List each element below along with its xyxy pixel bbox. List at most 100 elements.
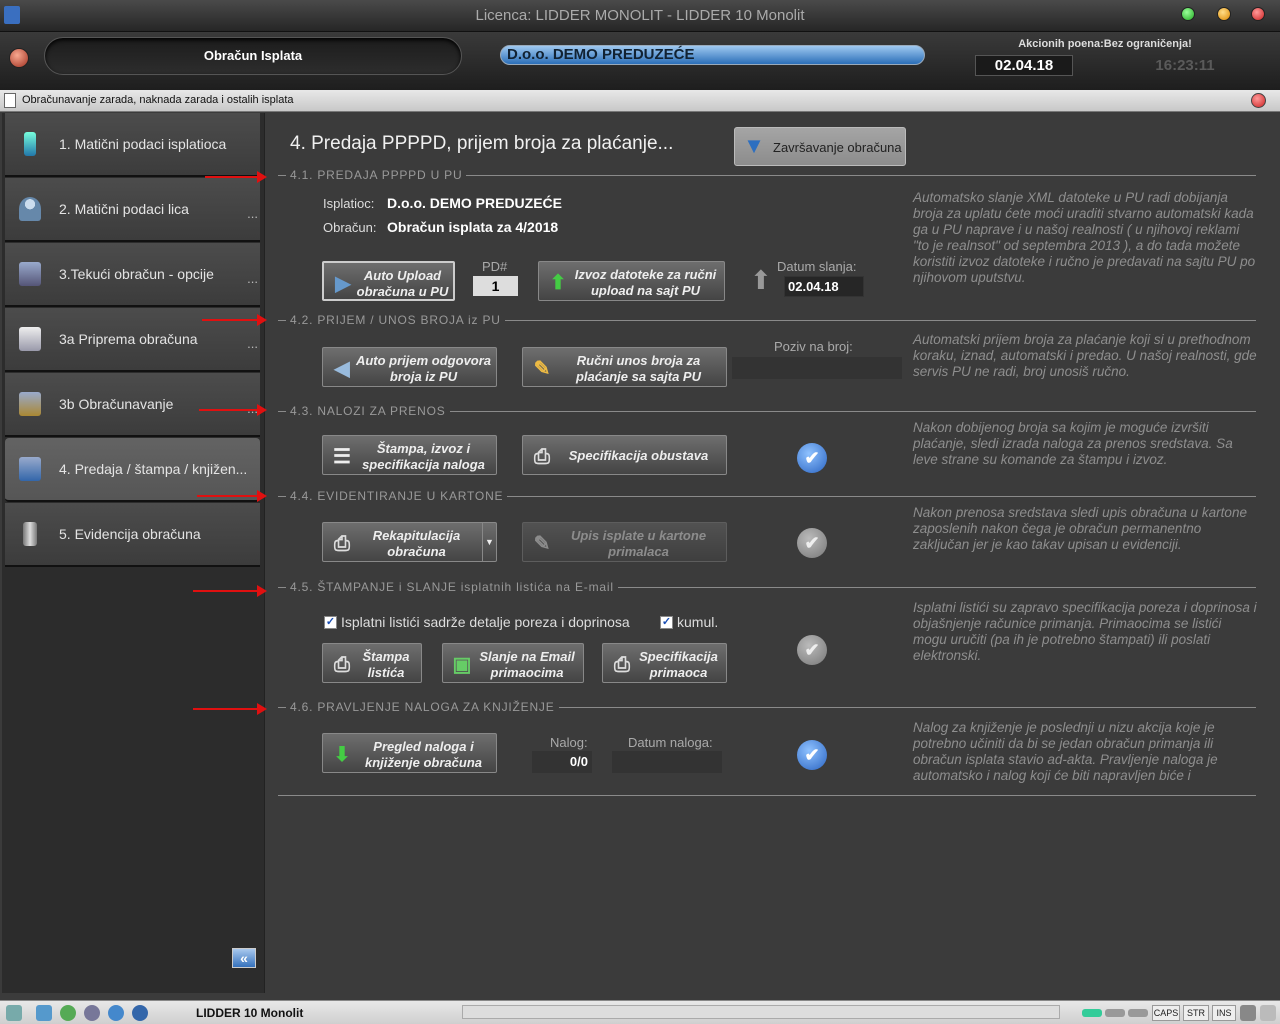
export-file-button[interactable]: ⬆ Izvoz datoteke za ručni upload na sajt…	[538, 261, 725, 301]
print-slips-button[interactable]: ⎙ Štampa listića	[322, 643, 422, 683]
section-4-6: 4.6. PRAVLJENJE NALOGA ZA KNJIŽENJE	[278, 700, 1256, 714]
manual-entry-button[interactable]: ✎ Ručni unos broja za plaćanje sa sajta …	[522, 347, 727, 387]
manual-entry-label: Ručni unos broja za plaćanje sa sajta PU	[575, 353, 701, 384]
sidebar-item-3a[interactable]: 3a Priprema obračuna ...	[5, 308, 260, 372]
progress-indicator	[462, 1005, 1060, 1019]
section-4-5-header: 4.5. ŠTAMPANJE i SLANJE isplatnih listić…	[286, 580, 618, 594]
deductions-spec-label: Specifikacija obustava	[568, 448, 709, 463]
window-icon[interactable]	[36, 1005, 52, 1021]
section-4-3-description: Nakon dobijenog broja sa kojim je moguće…	[913, 420, 1233, 467]
completed-check-icon: ✔	[797, 443, 827, 473]
calc-value: Obračun isplata za 4/2018	[387, 219, 559, 235]
sidebar-item-more: ...	[247, 206, 258, 221]
recap-label: Rekapitulacija obračuna	[372, 528, 461, 559]
pencil-icon: ✎	[533, 358, 551, 380]
recipient-spec-button[interactable]: ⎙ Specifikacija primaoca	[602, 643, 727, 683]
database-gear-icon	[19, 392, 41, 416]
double-chevron-down-icon: ▼	[743, 133, 765, 158]
export-file-label: Izvoz datoteke za ručni upload na sajt P…	[574, 267, 717, 298]
print-orders-button[interactable]: ☰ Štampa, izvoz i specifikacija naloga	[322, 435, 497, 475]
work-date[interactable]: 02.04.18	[975, 55, 1073, 76]
bottle-icon	[24, 132, 36, 156]
sidebar-item-label: 3.Tekući obračun - opcije	[59, 266, 214, 282]
completed-check-icon: ✔	[797, 740, 827, 770]
auto-receive-button[interactable]: ◀ Auto prijem odgovora broja iz PU	[322, 347, 497, 387]
upload-status-icon: ⬆	[750, 265, 772, 295]
points-label: Akcionih poena:Bez ograničenja!	[1018, 38, 1192, 50]
recap-button[interactable]: ⎙ Rekapitulacija obračuna ▼	[322, 522, 497, 562]
cumulative-checkbox[interactable]: ✓	[660, 616, 673, 629]
deductions-spec-button[interactable]: ⎙ Specifikacija obustava	[522, 435, 727, 475]
order-value: 0/0	[532, 751, 592, 773]
bar-icon	[1105, 1009, 1125, 1017]
subwindow-bar: Obračunavanje zarada, naknada zarada i o…	[0, 90, 1280, 112]
order-date-label: Datum naloga:	[628, 735, 713, 750]
sidebar-item-label: 5. Evidencija obračuna	[59, 526, 201, 542]
bottom-divider	[278, 795, 1256, 796]
globe-icon[interactable]	[60, 1005, 76, 1021]
clock: 16:23:11	[1155, 57, 1215, 74]
finish-calculation-button[interactable]: ▼ Završavanje obračuna	[734, 127, 906, 166]
sidebar-item-label: 3b Obračunavanje	[59, 396, 174, 412]
section-4-1-description: Automatsko slanje XML datoteke u PU radi…	[913, 190, 1256, 285]
sidebar-item-4[interactable]: 4. Predaja / štampa / knjižen...	[5, 438, 260, 502]
card-entry-label: Upis isplate u kartone primalaca	[570, 528, 707, 559]
green-bar-icon	[1082, 1009, 1102, 1017]
sidebar-item-1[interactable]: 1. Matični podaci isplatioca	[5, 113, 260, 177]
sidebar-item-5[interactable]: 5. Evidencija obračuna	[5, 503, 260, 567]
document-list-icon: ☰	[333, 446, 351, 468]
payer-value: D.o.o. DEMO PREDUZEĆE	[387, 195, 563, 211]
send-date-field[interactable]: 02.04.18	[784, 276, 864, 297]
tax-details-checkbox[interactable]: ✓	[324, 616, 337, 629]
send-date-label: Datum slanja:	[777, 259, 857, 274]
sidebar-item-3b[interactable]: 3b Obračunavanje ...	[5, 373, 260, 437]
close-button[interactable]	[1251, 7, 1265, 21]
network-icon[interactable]	[6, 1005, 22, 1021]
red-arrow-4-6	[193, 703, 267, 715]
minimize-button[interactable]	[1181, 7, 1195, 21]
section-4-1-header: 4.1. PREDAJA PPPPD U PU	[286, 168, 467, 182]
page-title: 4. Predaja PPPPD, prijem broja za plaćan…	[290, 133, 674, 154]
auto-receive-label: Auto prijem odgovora broja iz PU	[355, 353, 492, 384]
order-date-field[interactable]	[612, 751, 722, 773]
section-4-5: 4.5. ŠTAMPANJE i SLANJE isplatnih listić…	[278, 580, 1256, 594]
section-4-2-description: Automatski prijem broja za plaćanje koji…	[913, 332, 1257, 379]
section-4-1: 4.1. PREDAJA PPPPD U PU	[278, 168, 1256, 182]
reference-field[interactable]	[732, 357, 902, 379]
sidebar-item-3[interactable]: 3.Tekući obračun - opcije ...	[5, 243, 260, 307]
auto-upload-button[interactable]: ▶ Auto Upload obračuna u PU	[322, 261, 455, 301]
sidebar-item-label: 4. Predaja / štampa / knjižen...	[59, 461, 248, 477]
user-icon[interactable]	[84, 1005, 100, 1021]
red-arrow-4-2	[202, 314, 267, 326]
section-4-6-header: 4.6. PRAVLJENJE NALOGA ZA KNJIŽENJE	[286, 700, 559, 714]
module-selector[interactable]: Obračun Isplata	[44, 37, 462, 75]
email-send-button[interactable]: ▣ Slanje na Email primaocima	[442, 643, 584, 683]
power-icon[interactable]	[9, 48, 29, 68]
book-icon: ✎	[533, 533, 551, 555]
email-send-label: Slanje na Email primaocima	[479, 649, 575, 680]
pending-check-icon: ✔	[797, 528, 827, 558]
sidebar-item-2[interactable]: 2. Matični podaci lica ...	[5, 178, 260, 242]
status-app-name: LIDDER 10 Monolit	[196, 1006, 304, 1020]
order-label: Nalog:	[550, 735, 588, 750]
sidebar-item-more: ...	[247, 271, 258, 286]
red-arrow-4-5	[193, 585, 267, 597]
pd-field[interactable]: 1	[473, 276, 518, 296]
review-orders-button[interactable]: ⬇ Pregled naloga i knjiženje obračuna	[322, 733, 497, 773]
section-4-4: 4.4. EVIDENTIRANJE U KARTONE	[278, 489, 1256, 503]
dropdown-arrow-icon[interactable]: ▼	[482, 523, 496, 561]
info-icon[interactable]	[132, 1005, 148, 1021]
pending-check-icon: ✔	[797, 635, 827, 665]
subwindow-close-button[interactable]	[1251, 93, 1266, 108]
sidebar-item-label: 3a Priprema obračuna	[59, 331, 198, 347]
resize-grip-icon[interactable]	[1260, 1005, 1276, 1021]
collapse-sidebar-button[interactable]: «	[232, 948, 256, 968]
maximize-button[interactable]	[1217, 7, 1231, 21]
section-4-3: 4.3. NALOZI ZA PRENOS	[278, 404, 1256, 418]
review-orders-label: Pregled naloga i knjiženje obračuna	[364, 739, 483, 770]
red-arrow-4-1	[205, 171, 267, 183]
card-entry-button[interactable]: ✎ Upis isplate u kartone primalaca	[522, 522, 727, 562]
printer-icon: ⎙	[534, 446, 550, 468]
pd-label: PD#	[482, 259, 508, 274]
check-icon[interactable]	[108, 1005, 124, 1021]
